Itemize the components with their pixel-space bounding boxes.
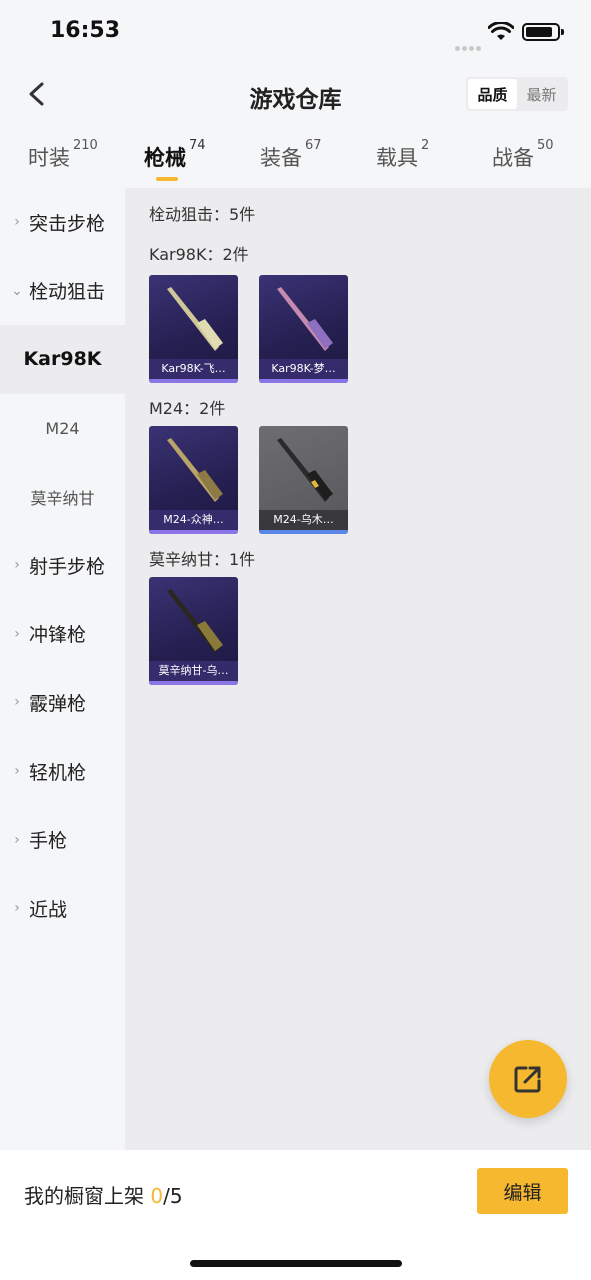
sidebar: › 突击步枪 ⌄ 栓动狙击 Kar98K M24 莫辛纳甘 › 射手步枪 › 冲…	[0, 188, 125, 1150]
share-icon	[514, 1066, 541, 1093]
item-card-label: M24-乌木…	[259, 510, 348, 530]
sort-latest-option[interactable]: 最新	[517, 79, 566, 109]
shelf-label: 我的橱窗上架	[24, 1184, 144, 1208]
tab-fashion[interactable]: 时装210	[28, 138, 98, 172]
rifle-icon	[277, 287, 333, 351]
item-content: 栓动狙击：5件 Kar98K：2件 Kar98K-飞… Kar98K-梦… M2…	[125, 188, 591, 1150]
sort-toggle: 品质 最新	[466, 77, 568, 111]
status-bar: 16:53	[0, 0, 591, 64]
tab-count: 74	[189, 138, 206, 153]
group-title-mosin: 莫辛纳甘：1件	[149, 550, 256, 569]
tab-count: 67	[305, 138, 322, 153]
rarity-stripe	[149, 681, 238, 685]
sidebar-subitem-kar98k[interactable]: Kar98K	[0, 325, 125, 394]
sidebar-subitem-mosin[interactable]: 莫辛纳甘	[0, 462, 125, 531]
sidebar-item-bolt-sniper[interactable]: ⌄ 栓动狙击	[0, 257, 125, 326]
sidebar-item-label: 手枪	[29, 830, 68, 853]
sidebar-item-lmg[interactable]: › 轻机枪	[0, 737, 125, 806]
edit-button[interactable]: 编辑	[477, 1168, 568, 1214]
rifle-icon	[167, 438, 223, 502]
header: 游戏仓库 品质 最新	[0, 64, 591, 126]
wifi-icon	[488, 22, 514, 40]
sidebar-item-label: 轻机枪	[29, 761, 87, 784]
sort-quality-option[interactable]: 品质	[468, 79, 517, 109]
item-card-label: 莫辛纳甘-乌…	[149, 661, 238, 681]
rifle-icon	[167, 589, 223, 653]
rarity-stripe	[149, 379, 238, 383]
item-card-mosin-1[interactable]: 莫辛纳甘-乌…	[149, 577, 238, 685]
battery-icon	[522, 23, 564, 41]
chevron-right-icon: ›	[14, 763, 20, 780]
chevron-right-icon: ›	[14, 900, 20, 917]
rarity-stripe	[259, 530, 348, 534]
tab-guns[interactable]: 枪械74	[144, 138, 206, 172]
sidebar-item-label: 霰弹枪	[29, 692, 87, 715]
item-card-label: M24-众神…	[149, 510, 238, 530]
sidebar-item-label: 莫辛纳甘	[30, 488, 95, 508]
group-title-m24: M24：2件	[149, 399, 226, 418]
chevron-right-icon: ›	[14, 557, 20, 574]
tab-vehicles[interactable]: 载具2	[376, 138, 429, 172]
tab-count: 50	[537, 138, 554, 153]
sidebar-item-label: Kar98K	[23, 348, 102, 371]
item-card-kar98k-1[interactable]: Kar98K-飞…	[149, 275, 238, 383]
sidebar-item-assault-rifle[interactable]: › 突击步枪	[0, 188, 125, 257]
tab-label: 载具	[376, 146, 418, 170]
chevron-right-icon: ›	[14, 831, 20, 848]
active-tab-indicator	[156, 177, 178, 181]
sidebar-item-shotgun[interactable]: › 霰弹枪	[0, 668, 125, 737]
tab-label: 时装	[28, 146, 70, 170]
signal-icon	[455, 36, 483, 51]
rifle-icon	[277, 438, 333, 502]
sidebar-item-label: M24	[45, 418, 80, 438]
sidebar-item-smg[interactable]: › 冲锋枪	[0, 600, 125, 669]
rarity-stripe	[259, 379, 348, 383]
sidebar-item-melee[interactable]: › 近战	[0, 874, 125, 943]
tab-label: 战备	[492, 146, 534, 170]
section-title: 栓动狙击：5件	[149, 205, 256, 224]
sidebar-item-label: 射手步枪	[29, 555, 106, 578]
shelf-status: 我的橱窗上架 0/5	[24, 1180, 183, 1209]
rifle-icon	[167, 287, 223, 351]
chevron-right-icon: ›	[14, 694, 20, 711]
sidebar-item-label: 近战	[29, 898, 68, 921]
sidebar-item-label: 栓动狙击	[29, 281, 106, 304]
sidebar-item-label: 冲锋枪	[29, 624, 87, 647]
tab-label: 枪械	[144, 146, 186, 170]
sidebar-subitem-m24[interactable]: M24	[0, 394, 125, 463]
tab-supplies[interactable]: 战备50	[492, 138, 554, 172]
item-card-m24-1[interactable]: M24-众神…	[149, 426, 238, 534]
group-title-kar98k: Kar98K：2件	[149, 245, 249, 264]
home-indicator	[190, 1260, 402, 1267]
rarity-stripe	[149, 530, 238, 534]
bottom-bar: 我的橱窗上架 0/5 编辑	[0, 1150, 591, 1280]
tab-equipment[interactable]: 装备67	[260, 138, 322, 172]
shelf-max-count: /5	[163, 1184, 183, 1208]
item-card-label: Kar98K-梦…	[259, 359, 348, 379]
sidebar-item-pistol[interactable]: › 手枪	[0, 805, 125, 874]
tab-label: 装备	[260, 146, 302, 170]
chevron-right-icon: ›	[14, 625, 20, 642]
chevron-down-icon: ⌄	[11, 282, 23, 299]
share-button[interactable]	[489, 1040, 567, 1118]
category-tabs: 时装210 枪械74 装备67 载具2 战备50	[0, 136, 591, 188]
item-card-m24-2[interactable]: M24-乌木…	[259, 426, 348, 534]
sidebar-item-marksman-rifle[interactable]: › 射手步枪	[0, 531, 125, 600]
tab-count: 2	[421, 138, 430, 153]
status-time: 16:53	[50, 18, 121, 43]
item-card-kar98k-2[interactable]: Kar98K-梦…	[259, 275, 348, 383]
chevron-right-icon: ›	[14, 214, 20, 231]
sidebar-item-label: 突击步枪	[29, 212, 106, 235]
tab-count: 210	[73, 138, 98, 153]
shelf-current-count: 0	[150, 1184, 164, 1208]
item-card-label: Kar98K-飞…	[149, 359, 238, 379]
